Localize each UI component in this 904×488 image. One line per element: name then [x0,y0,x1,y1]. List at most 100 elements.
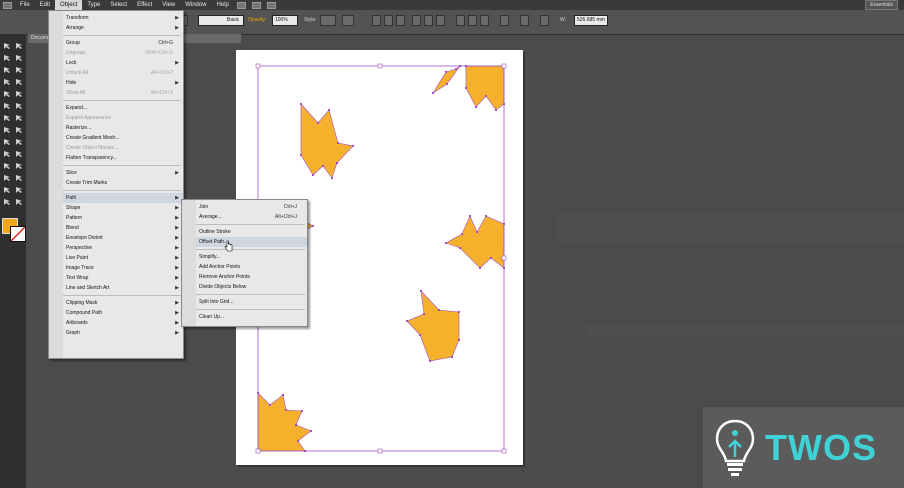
path-menu-item-add-anchor-points[interactable]: Add Anchor Points [196,262,307,272]
bounding-box-handle[interactable] [501,448,507,454]
anchor-point[interactable] [285,409,287,411]
anchor-point[interactable] [328,109,330,111]
anchor-point[interactable] [458,339,460,341]
object-menu-item-live-paint[interactable]: Live Paint ▶ [63,253,183,263]
star-shape-upper[interactable] [300,103,354,179]
menu-item-label: Ungroup [66,50,86,56]
path-menu-item-simplify[interactable]: Simplify... [196,252,307,262]
anchor-point[interactable] [446,83,448,85]
bounding-box-handle[interactable] [255,63,261,69]
path-menu-item-divide-objects-below[interactable]: Divide Objects Below [196,282,307,292]
path-menu-item-offset-path[interactable]: Offset Path... [196,237,307,247]
anchor-point[interactable] [337,142,339,144]
object-menu-item-text-wrap[interactable]: Text Wrap ▶ [63,273,183,283]
object-menu-item-pattern[interactable]: Pattern ▶ [63,213,183,223]
anchor-point[interactable] [459,65,461,67]
anchor-point[interactable] [312,225,314,227]
menu-item-label: Simplify... [199,254,221,260]
bounding-box-handle[interactable] [501,63,507,69]
path-menu-item-clean-up[interactable]: Clean Up... [196,312,307,322]
object-menu-item-clipping-mask[interactable]: Clipping Mask ▶ [63,298,183,308]
anchor-point[interactable] [429,360,431,362]
object-menu-item-slice[interactable]: Slice ▶ [63,168,183,178]
object-menu-item-perspective[interactable]: Perspective ▶ [63,243,183,253]
object-menu-item-graph[interactable]: Graph ▶ [63,328,183,338]
object-menu-item-line-and-sketch-art[interactable]: Line and Sketch Art ▶ [63,283,183,293]
anchor-point[interactable] [469,215,471,217]
anchor-point[interactable] [423,313,425,315]
anchor-point[interactable] [257,392,259,394]
object-menu-item-lock[interactable]: Lock ▶ [63,58,183,68]
anchor-point[interactable] [490,257,492,259]
anchor-point[interactable] [476,231,478,233]
anchor-point[interactable] [336,162,338,164]
star-shape-center[interactable] [406,290,460,362]
anchor-point[interactable] [301,410,303,412]
anchor-point[interactable] [475,106,477,108]
anchor-point[interactable] [269,404,271,406]
anchor-point[interactable] [420,290,422,292]
anchor-point[interactable] [432,92,434,94]
anchor-point[interactable] [495,109,497,111]
anchor-point[interactable] [438,309,440,311]
anchor-point[interactable] [406,320,408,322]
anchor-point[interactable] [419,334,421,336]
object-menu-item-create-gradient-mesh[interactable]: Create Gradient Mesh... [63,133,183,143]
anchor-point[interactable] [322,165,324,167]
anchor-point[interactable] [503,103,505,105]
object-menu-item-compound-path[interactable]: Compound Path ▶ [63,308,183,318]
anchor-point[interactable] [458,311,460,313]
object-menu-item-expand[interactable]: Expand... [63,103,183,113]
anchor-point[interactable] [445,242,447,244]
path-menu-item-join[interactable]: Join Ctrl+J [196,202,307,212]
anchor-point[interactable] [352,145,354,147]
object-menu-item-group[interactable]: Group Ctrl+G [63,38,183,48]
object-menu-item-artboards[interactable]: Artboards ▶ [63,318,183,328]
bounding-box-handle[interactable] [501,255,507,261]
anchor-point[interactable] [282,394,284,396]
object-menu-item-flatten-transparency[interactable]: Flatten Transparency... [63,153,183,163]
path-menu-item-outline-stroke[interactable]: Outline Stroke [196,227,307,237]
object-menu-item-hide[interactable]: Hide ▶ [63,78,183,88]
object-menu-item-transform[interactable]: Transform ▶ [63,13,183,23]
anchor-point[interactable] [465,87,467,89]
anchor-point[interactable] [459,247,461,249]
anchor-point[interactable] [312,174,314,176]
object-menu-item-rasterize[interactable]: Rasterize... [63,123,183,133]
anchor-point[interactable] [295,424,297,426]
path-menu-item-remove-anchor-points[interactable]: Remove Anchor Points [196,272,307,282]
anchor-point[interactable] [465,65,467,67]
object-menu-item-blend[interactable]: Blend ▶ [63,223,183,233]
anchor-point[interactable] [331,177,333,179]
anchor-point[interactable] [297,440,299,442]
star-shape-top-right[interactable] [465,65,505,111]
anchor-point[interactable] [479,267,481,269]
anchor-point[interactable] [503,267,505,269]
star-shape-right[interactable] [445,215,505,269]
anchor-point[interactable] [310,430,312,432]
bounding-box-handle[interactable] [377,448,383,454]
anchor-point[interactable] [304,450,306,452]
star-shape-bottom[interactable] [257,392,312,452]
anchor-point[interactable] [461,233,463,235]
star-shape-top-left[interactable] [432,65,461,94]
anchor-point[interactable] [485,95,487,97]
anchor-point[interactable] [503,223,505,225]
anchor-point[interactable] [300,154,302,156]
object-menu-item-envelope-distort[interactable]: Envelope Distort ▶ [63,233,183,243]
anchor-point[interactable] [455,68,457,70]
object-menu-item-image-trace[interactable]: Image Trace ▶ [63,263,183,273]
anchor-point[interactable] [317,122,319,124]
path-menu-item-average[interactable]: Average... Alt+Ctrl+J [196,212,307,222]
bounding-box-handle[interactable] [377,63,383,69]
object-menu-item-path[interactable]: Path ▶ [63,193,183,203]
bounding-box-handle[interactable] [255,448,261,454]
anchor-point[interactable] [300,103,302,105]
anchor-point[interactable] [445,71,447,73]
path-menu-item-split-into-grid[interactable]: Split Into Grid... [196,297,307,307]
object-menu-item-create-trim-marks[interactable]: Create Trim Marks [63,178,183,188]
object-menu-item-arrange[interactable]: Arrange ▶ [63,23,183,33]
anchor-point[interactable] [485,215,487,217]
anchor-point[interactable] [451,356,453,358]
object-menu-item-shape[interactable]: Shape ▶ [63,203,183,213]
